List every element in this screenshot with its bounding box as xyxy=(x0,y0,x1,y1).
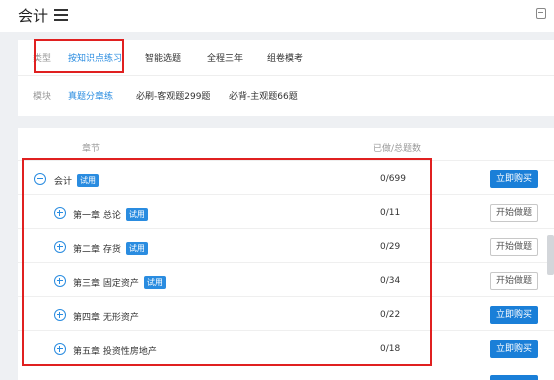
buy-now-button[interactable]: 立即购买 xyxy=(490,170,538,188)
hamburger-menu-icon[interactable] xyxy=(54,9,68,21)
module-option-objective[interactable]: 必刷-客观题299题 xyxy=(136,89,210,102)
page-title: 会计 xyxy=(18,7,49,25)
type-option-three-years[interactable]: 全程三年 xyxy=(207,51,243,64)
module-label: 模块 xyxy=(33,91,52,102)
start-practice-button[interactable]: 开始做题 xyxy=(490,272,538,290)
side-scroll-tab[interactable] xyxy=(547,235,554,275)
start-practice-button[interactable]: 开始做题 xyxy=(490,204,538,222)
chapter-highlight-box xyxy=(22,158,432,366)
list-header: 章节 已做/总题数 xyxy=(18,128,554,160)
column-header-chapter: 章节 xyxy=(82,144,101,154)
column-header-count: 已做/总题数 xyxy=(373,144,422,154)
start-practice-button[interactable]: 开始做题 xyxy=(490,238,538,256)
top-bar: 会计 xyxy=(0,0,554,32)
module-highlight-box xyxy=(34,39,124,73)
next-row-button-peek xyxy=(490,375,538,380)
module-option-subjective[interactable]: 必背-主观题66题 xyxy=(229,89,298,102)
module-filter-row: 模块 真题分章练 必刷-客观题299题 必背-主观题66题 xyxy=(18,76,554,114)
buy-now-button[interactable]: 立即购买 xyxy=(490,340,538,358)
type-option-smart-select[interactable]: 智能选题 xyxy=(145,51,181,64)
module-option-past-exam[interactable]: 真题分章练 xyxy=(68,89,113,102)
note-icon[interactable] xyxy=(536,8,546,19)
type-option-mock-exam[interactable]: 组卷模考 xyxy=(267,51,303,64)
buy-now-button[interactable]: 立即购买 xyxy=(490,306,538,324)
